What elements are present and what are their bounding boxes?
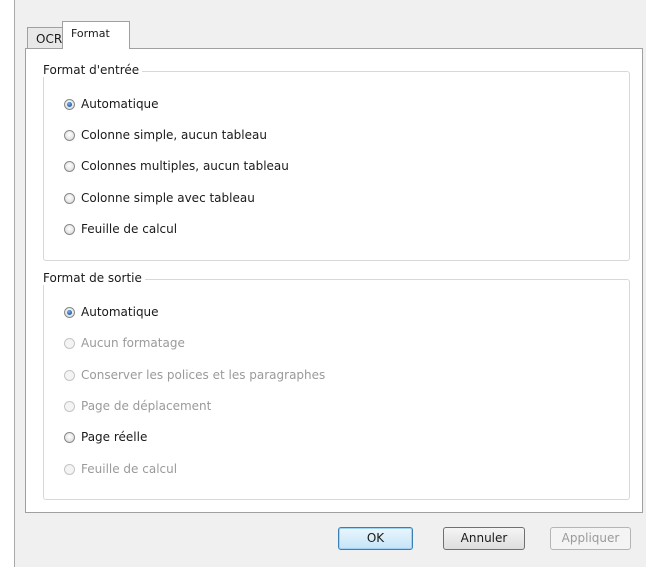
- radio-icon: [64, 400, 75, 412]
- output-format-title: Format de sortie: [40, 271, 145, 285]
- radio-checked-icon[interactable]: [64, 98, 75, 110]
- apply-button: Appliquer: [550, 527, 631, 550]
- tab-format[interactable]: Format: [62, 21, 130, 49]
- output-option-page-deplacement: Page de déplacement: [64, 397, 211, 415]
- radio-checked-icon[interactable]: [64, 306, 75, 318]
- output-option-automatique[interactable]: Automatique: [64, 303, 159, 321]
- tab-panel-format: Format d'entrée Automatique Colonne simp…: [25, 48, 643, 513]
- option-label: Feuille de calcul: [81, 462, 178, 476]
- option-label: Colonne simple, aucun tableau: [81, 128, 267, 142]
- output-option-aucun-formatage: Aucun formatage: [64, 334, 185, 352]
- option-label: Automatique: [81, 97, 159, 111]
- input-format-group: Format d'entrée Automatique Colonne simp…: [40, 63, 630, 261]
- output-format-group: Format de sortie Automatique Aucun forma…: [40, 271, 630, 500]
- radio-icon: [64, 463, 75, 475]
- option-label: Colonnes multiples, aucun tableau: [81, 159, 289, 173]
- input-option-feuille-calcul[interactable]: Feuille de calcul: [64, 220, 177, 238]
- cancel-button[interactable]: Annuler: [443, 527, 525, 550]
- radio-icon[interactable]: [64, 160, 75, 172]
- tab-format-label: Format: [71, 27, 110, 40]
- option-label: Automatique: [81, 305, 159, 319]
- option-label: Colonne simple avec tableau: [81, 191, 255, 205]
- input-option-colonne-tableau[interactable]: Colonne simple avec tableau: [64, 189, 255, 207]
- format-dialog: OCR Format Format d'entrée Automatique C…: [14, 0, 646, 567]
- input-option-automatique[interactable]: Automatique: [64, 95, 159, 113]
- tab-ocr[interactable]: OCR: [27, 27, 63, 48]
- radio-icon: [64, 369, 75, 381]
- input-option-colonnes-multiples[interactable]: Colonnes multiples, aucun tableau: [64, 157, 289, 175]
- radio-icon[interactable]: [64, 129, 75, 141]
- input-format-title: Format d'entrée: [40, 63, 143, 77]
- option-label: Feuille de calcul: [81, 222, 178, 236]
- output-option-page-reelle[interactable]: Page réelle: [64, 428, 147, 446]
- radio-icon[interactable]: [64, 192, 75, 204]
- option-label: Aucun formatage: [81, 336, 185, 350]
- radio-icon: [64, 337, 75, 349]
- output-option-conserver-polices: Conserver les polices et les paragraphes: [64, 366, 325, 384]
- radio-icon[interactable]: [64, 223, 75, 235]
- ok-button[interactable]: OK: [338, 527, 413, 550]
- output-option-feuille-calcul: Feuille de calcul: [64, 460, 177, 478]
- radio-icon[interactable]: [64, 431, 75, 443]
- option-label: Page réelle: [81, 430, 148, 444]
- tab-ocr-label: OCR: [36, 32, 63, 46]
- option-label: Conserver les polices et les paragraphes: [81, 368, 326, 382]
- option-label: Page de déplacement: [81, 399, 212, 413]
- input-option-colonne-simple[interactable]: Colonne simple, aucun tableau: [64, 126, 267, 144]
